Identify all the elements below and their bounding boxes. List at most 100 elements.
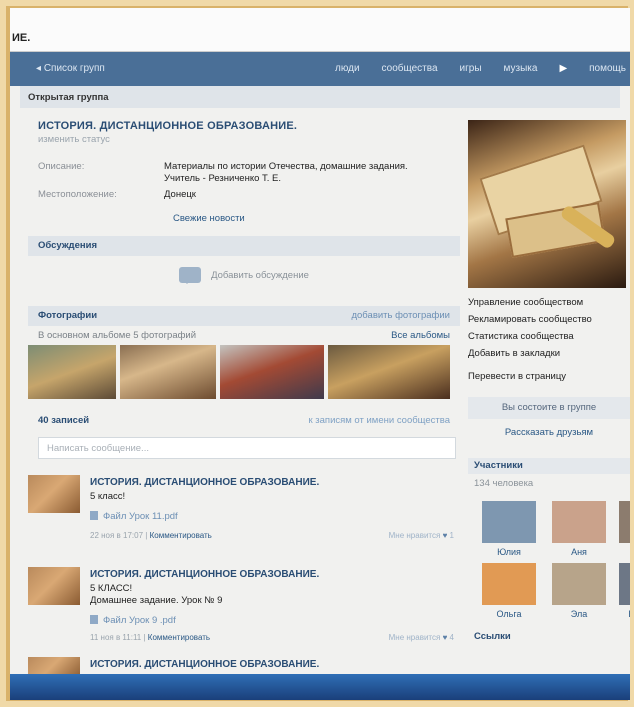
photo-thumbnail[interactable] bbox=[328, 345, 450, 399]
posts-count: 40 записей bbox=[38, 415, 90, 426]
discussions-block: Обсуждения Добавить обсуждение bbox=[28, 236, 460, 294]
post-line: 5 класс! bbox=[90, 491, 126, 502]
photos-subheader: В основном альбоме 5 фотографий Все альб… bbox=[28, 326, 460, 343]
avatar bbox=[482, 501, 536, 543]
photo-thumbnail[interactable] bbox=[220, 345, 324, 399]
photos-title[interactable]: Фотографии bbox=[38, 310, 97, 322]
convert-to-page-link[interactable]: Перевести в страницу bbox=[468, 368, 630, 385]
member-card[interactable]: Ольга bbox=[474, 563, 544, 619]
photos-block: Фотографии добавить фотографии В основно… bbox=[28, 306, 460, 399]
photo-thumbnail[interactable] bbox=[28, 345, 116, 399]
post-attachment-link[interactable]: Файл Урок 9 .pdf bbox=[90, 615, 176, 626]
discussions-title: Обсуждения bbox=[38, 240, 97, 251]
member-name: П bbox=[614, 547, 630, 557]
community-stats-link[interactable]: Статистика сообщества bbox=[468, 328, 630, 345]
post-attachment-link[interactable]: Файл Урок 11.pdf bbox=[90, 511, 178, 522]
page: Открытая группа ИСТОРИЯ. ДИСТАНЦИОННОЕ О… bbox=[10, 86, 630, 679]
add-photos-link[interactable]: добавить фотографии bbox=[351, 310, 450, 322]
post-author[interactable]: ИСТОРИЯ. ДИСТАНЦИОННОЕ ОБРАЗОВАНИЕ. bbox=[90, 477, 319, 488]
fresh-news-link[interactable]: Свежие новости bbox=[173, 213, 460, 224]
screen: ИЕ. ◂ Список групп люди сообщества игры … bbox=[10, 8, 630, 700]
heart-icon: ♥ bbox=[442, 531, 448, 540]
add-discussion-button[interactable]: Добавить обсуждение bbox=[28, 256, 460, 294]
post-meta: 22 ноя в 17:07 | Комментировать bbox=[90, 531, 212, 540]
member-name: Ольга bbox=[496, 609, 522, 619]
description-value: Материалы по истории Отечества, домашние… bbox=[164, 161, 408, 184]
browser-title-fragment: ИЕ. bbox=[12, 32, 31, 44]
comment-link[interactable]: Комментировать bbox=[148, 633, 210, 642]
like-label: Мне нравится bbox=[388, 633, 441, 642]
back-label: Список групп bbox=[43, 63, 105, 74]
all-albums-link[interactable]: Все альбомы bbox=[391, 330, 450, 341]
group-type-label: Открытая группа bbox=[28, 92, 109, 103]
member-card[interactable]: Ел bbox=[614, 563, 630, 619]
nav-music[interactable]: музыка bbox=[504, 63, 538, 74]
group-info: Описание: Материалы по истории Отечества… bbox=[38, 161, 460, 201]
community-posts-link[interactable]: к записям от имени сообщества bbox=[308, 415, 450, 427]
like-count: 4 bbox=[449, 633, 454, 642]
add-bookmark-link[interactable]: Добавить в закладки bbox=[468, 345, 630, 362]
group-avatar[interactable] bbox=[28, 567, 80, 605]
wall-header: 40 записей к записям от имени сообщества bbox=[28, 411, 460, 431]
nav-items: люди сообщества игры музыка ▶ помощь bbox=[335, 63, 630, 74]
member-status-button[interactable]: Вы состоите в группе bbox=[468, 397, 630, 419]
group-avatar[interactable] bbox=[28, 475, 80, 513]
post-date[interactable]: 11 ноя в 11:11 bbox=[90, 633, 141, 642]
members-header[interactable]: Участники bbox=[468, 458, 630, 474]
member-card[interactable]: Юлия bbox=[474, 501, 544, 557]
links-header[interactable]: Ссылки bbox=[468, 629, 630, 643]
compose-input[interactable]: Написать сообщение... bbox=[38, 437, 456, 459]
sidebar: Управление сообществом Рекламировать соо… bbox=[468, 108, 630, 643]
members-grid: Юлия Аня П Ольга Эла bbox=[474, 501, 630, 619]
avatar bbox=[482, 563, 536, 605]
post-author[interactable]: ИСТОРИЯ. ДИСТАНЦИОННОЕ ОБРАЗОВАНИЕ. bbox=[90, 569, 319, 580]
wall-block: 40 записей к записям от имени сообщества… bbox=[28, 411, 460, 679]
wall-post: ИСТОРИЯ. ДИСТАНЦИОННОЕ ОБРАЗОВАНИЕ. 5 КЛ… bbox=[28, 559, 460, 649]
location-value[interactable]: Донецк bbox=[164, 189, 414, 201]
back-to-groups-link[interactable]: ◂ Список групп bbox=[36, 63, 105, 74]
discussions-header[interactable]: Обсуждения bbox=[28, 236, 460, 256]
comment-link[interactable]: Комментировать bbox=[150, 531, 212, 540]
photos-header: Фотографии добавить фотографии bbox=[28, 306, 460, 326]
add-discussion-label: Добавить обсуждение bbox=[211, 269, 309, 281]
member-card[interactable]: П bbox=[614, 501, 630, 557]
like-label: Мне нравится bbox=[388, 531, 441, 540]
photos-count: В основном альбоме 5 фотографий bbox=[38, 330, 197, 341]
avatar bbox=[619, 563, 630, 605]
browser-strip: ИЕ. bbox=[10, 8, 630, 52]
group-cover-image[interactable] bbox=[468, 120, 626, 288]
promote-community-link[interactable]: Рекламировать сообщество bbox=[468, 311, 630, 328]
member-card[interactable]: Эла bbox=[544, 563, 614, 619]
photo-thumbnails bbox=[28, 345, 460, 399]
post-text: 5 КЛАСС! Домашнее задание. Урок № 9 bbox=[90, 583, 222, 607]
like-count: 1 bbox=[449, 531, 454, 540]
description-label: Описание: bbox=[38, 161, 85, 172]
like-button[interactable]: Мне нравится ♥ 1 bbox=[389, 531, 454, 540]
member-name: Эла bbox=[570, 609, 588, 619]
avatar bbox=[619, 501, 630, 543]
nav-more-arrow-icon[interactable]: ▶ bbox=[559, 63, 567, 74]
chat-bubble-icon bbox=[179, 267, 202, 284]
admin-actions: Управление сообществом Рекламировать соо… bbox=[468, 294, 630, 385]
nav-people[interactable]: люди bbox=[335, 63, 360, 74]
heart-icon: ♥ bbox=[442, 633, 448, 642]
wall-post: ИСТОРИЯ. ДИСТАНЦИОННОЕ ОБРАЗОВАНИЕ. 5 кл… bbox=[28, 467, 460, 557]
group-type-bar: Открытая группа bbox=[20, 86, 620, 108]
nav-games[interactable]: игры bbox=[460, 63, 482, 74]
like-button[interactable]: Мне нравится ♥ 4 bbox=[389, 633, 454, 642]
post-date[interactable]: 22 ноя в 17:07 bbox=[90, 531, 143, 540]
post-author[interactable]: ИСТОРИЯ. ДИСТАНЦИОННОЕ ОБРАЗОВАНИЕ. bbox=[90, 659, 319, 670]
member-name: Юлия bbox=[497, 547, 521, 557]
member-card[interactable]: Аня bbox=[544, 501, 614, 557]
nav-help[interactable]: помощь bbox=[589, 63, 626, 74]
post-text: 5 класс! bbox=[90, 491, 125, 503]
photo-thumbnail[interactable] bbox=[120, 345, 216, 399]
member-name: Ел bbox=[614, 609, 630, 619]
nav-communities[interactable]: сообщества bbox=[382, 63, 438, 74]
post-line: Домашнее задание. Урок № 9 bbox=[90, 595, 223, 606]
status-link[interactable]: изменить статус bbox=[38, 134, 460, 145]
tell-friends-link[interactable]: Рассказать друзьям bbox=[468, 427, 630, 438]
main-column: ИСТОРИЯ. ДИСТАНЦИОННОЕ ОБРАЗОВАНИЕ. изме… bbox=[28, 108, 460, 679]
manage-community-link[interactable]: Управление сообществом bbox=[468, 294, 630, 311]
member-name: Аня bbox=[571, 547, 587, 557]
